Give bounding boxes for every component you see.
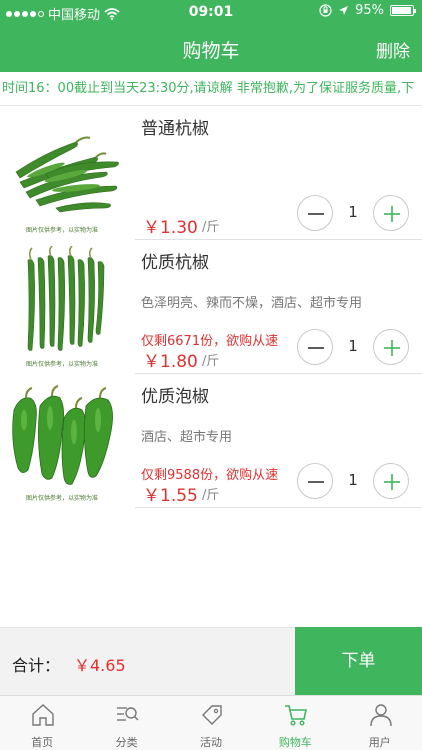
increase-button[interactable]: [373, 195, 409, 231]
product-name: 普通杭椒: [141, 119, 209, 139]
price-unit: /斤: [202, 220, 220, 235]
quantity-value[interactable]: 1: [333, 203, 373, 221]
bell-peppers-image: [12, 385, 113, 485]
tab-label: 用户: [368, 736, 391, 749]
product-desc: 酒店、超市专用: [141, 430, 233, 445]
status-bar: 中国移动 09:01 95%: [0, 0, 422, 24]
tab-label: 分类: [115, 736, 138, 749]
category-search-icon: [117, 707, 139, 721]
battery-level: [392, 7, 411, 14]
quantity-value[interactable]: 1: [333, 471, 373, 489]
delete-button[interactable]: 删除: [376, 37, 410, 62]
long-peppers-image: [27, 245, 105, 351]
price-unit: /斤: [202, 354, 220, 369]
page-title: 购物车: [182, 40, 240, 62]
image-caption: 图片仅供参考，以实物为准: [26, 495, 99, 502]
tab-user[interactable]: 用户: [338, 696, 422, 750]
total-value: ￥4.65: [74, 656, 126, 675]
cart-list: 图片仅供参考，以实物为准 普通杭椒 ￥1.30 /斤 1 图片仅供参考，以实物为…: [0, 106, 422, 508]
cart-item: 图片仅供参考，以实物为准 优质泡椒 酒店、超市专用 仅剩9588份，欲购从速 ￥…: [0, 374, 422, 508]
green-peppers-image: [15, 136, 119, 213]
product-image[interactable]: 图片仅供参考，以实物为准: [6, 245, 130, 370]
battery-icon: [390, 5, 416, 16]
tab-label: 首页: [31, 736, 54, 749]
item-divider: [135, 507, 422, 508]
product-name: 优质杭椒: [141, 253, 209, 273]
quantity-stepper: 1: [297, 329, 409, 365]
product-price: ￥1.30: [143, 218, 198, 238]
tab-cart[interactable]: 购物车: [253, 696, 337, 750]
product-price: ￥1.55: [143, 486, 198, 506]
battery-percent: 95%: [355, 3, 384, 18]
cart-item: 图片仅供参考，以实物为准 普通杭椒 ￥1.30 /斤 1: [0, 106, 422, 240]
increase-button[interactable]: [373, 463, 409, 499]
user-icon: [369, 704, 392, 727]
product-desc: 色泽明亮、辣而不燥，酒店、超市专用: [141, 296, 363, 311]
price-unit: /斤: [202, 488, 220, 503]
checkout-bar: 合计： ￥4.65 下单: [0, 627, 422, 696]
tag-icon: [201, 705, 222, 725]
quantity-stepper: 1: [297, 195, 409, 231]
minus-icon: [308, 347, 324, 349]
location-arrow-icon: [339, 6, 349, 15]
decrease-button[interactable]: [297, 463, 333, 499]
quantity-stepper: 1: [297, 463, 409, 499]
product-name: 优质泡椒: [141, 387, 209, 407]
product-price: ￥1.80: [143, 352, 198, 372]
cart-icon: [285, 705, 308, 726]
decrease-button[interactable]: [297, 195, 333, 231]
status-right: 95%: [319, 3, 416, 18]
total-label: 合计：: [12, 656, 61, 675]
tab-label: 活动: [199, 736, 222, 749]
rotation-lock-icon: [319, 4, 332, 17]
home-icon: [32, 704, 54, 726]
tab-label: 购物车: [278, 736, 312, 749]
tab-bar: 首页 分类 活动 购物车 用户: [0, 695, 422, 750]
minus-icon: [308, 481, 324, 483]
tab-category[interactable]: 分类: [84, 696, 168, 750]
plus-icon: [384, 474, 400, 490]
plus-icon: [384, 340, 400, 356]
plus-icon: [384, 206, 400, 222]
decrease-button[interactable]: [297, 329, 333, 365]
tab-home[interactable]: 首页: [0, 696, 84, 750]
title-bar: 购物车 删除: [0, 24, 422, 72]
notice-text: 时间16：00截止到当天23:30分,请谅解 非常抱歉,为了保证服务质量,下: [2, 81, 415, 96]
cart-item: 图片仅供参考，以实物为准 优质杭椒 色泽明亮、辣而不燥，酒店、超市专用 仅剩66…: [0, 240, 422, 374]
place-order-button[interactable]: 下单: [295, 627, 422, 696]
notice-marquee: 时间16：00截止到当天23:30分,请谅解 非常抱歉,为了保证服务质量,下: [0, 72, 422, 106]
quantity-value[interactable]: 1: [333, 337, 373, 355]
increase-button[interactable]: [373, 329, 409, 365]
tab-activity[interactable]: 活动: [169, 696, 253, 750]
minus-icon: [308, 213, 324, 215]
image-caption: 图片仅供参考，以实物为准: [26, 361, 99, 368]
image-caption: 图片仅供参考，以实物为准: [26, 227, 99, 234]
product-image[interactable]: 图片仅供参考，以实物为准: [6, 380, 130, 504]
product-image[interactable]: 图片仅供参考，以实物为准: [6, 112, 130, 236]
